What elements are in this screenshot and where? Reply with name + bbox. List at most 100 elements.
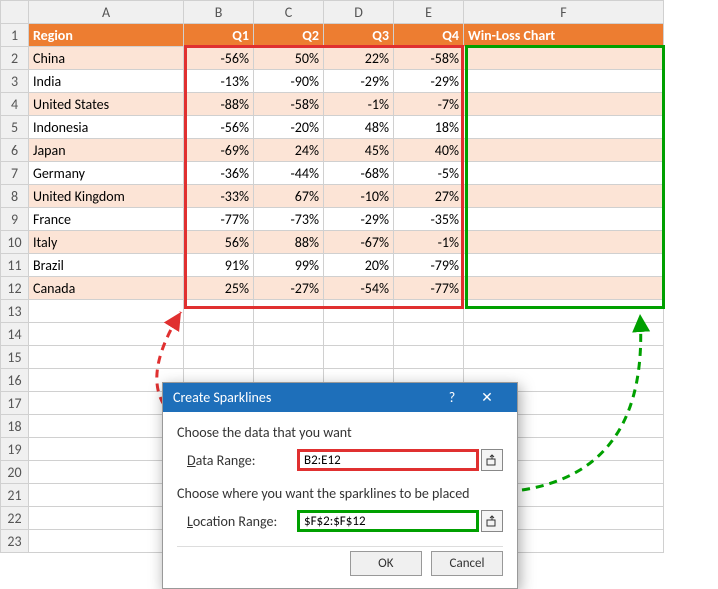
cell-empty[interactable] xyxy=(254,300,324,323)
cell-q4[interactable]: -5% xyxy=(394,162,464,185)
cell-q3[interactable]: -29% xyxy=(324,208,394,231)
row-header-18[interactable]: 18 xyxy=(1,415,29,438)
cell-q3[interactable]: 22% xyxy=(324,47,394,70)
cell-empty[interactable] xyxy=(394,346,464,369)
dialog-titlebar[interactable]: Create Sparklines ? ✕ xyxy=(163,383,517,412)
cell-empty[interactable] xyxy=(324,346,394,369)
row-header-3[interactable]: 3 xyxy=(1,70,29,93)
cell-empty[interactable] xyxy=(29,461,184,484)
cell-q2[interactable]: 50% xyxy=(254,47,324,70)
cell-q3[interactable]: -68% xyxy=(324,162,394,185)
cell-region[interactable]: Japan xyxy=(29,139,184,162)
row-header-21[interactable]: 21 xyxy=(1,484,29,507)
cell-q1[interactable]: -36% xyxy=(184,162,254,185)
row-header-22[interactable]: 22 xyxy=(1,507,29,530)
row-header-11[interactable]: 11 xyxy=(1,254,29,277)
row-header-2[interactable]: 2 xyxy=(1,47,29,70)
cell-q2[interactable]: 67% xyxy=(254,185,324,208)
cell-region[interactable]: United Kingdom xyxy=(29,185,184,208)
row-header-1[interactable]: 1 xyxy=(1,24,29,47)
cell-empty[interactable] xyxy=(254,323,324,346)
cell-region[interactable]: France xyxy=(29,208,184,231)
row-header-17[interactable]: 17 xyxy=(1,392,29,415)
header-winloss[interactable]: Win-Loss Chart xyxy=(464,24,664,47)
cell-empty[interactable] xyxy=(464,346,664,369)
cell-q1[interactable]: -33% xyxy=(184,185,254,208)
cell-q1[interactable]: -88% xyxy=(184,93,254,116)
row-header-5[interactable]: 5 xyxy=(1,116,29,139)
cell-region[interactable]: Italy xyxy=(29,231,184,254)
cell-q2[interactable]: -44% xyxy=(254,162,324,185)
cell-empty[interactable] xyxy=(464,300,664,323)
row-header-15[interactable]: 15 xyxy=(1,346,29,369)
cell-region[interactable]: India xyxy=(29,70,184,93)
cell-winloss[interactable] xyxy=(464,47,664,70)
cell-empty[interactable] xyxy=(394,323,464,346)
col-header-E[interactable]: E xyxy=(394,1,464,24)
cell-q4[interactable]: 27% xyxy=(394,185,464,208)
col-header-B[interactable]: B xyxy=(184,1,254,24)
cell-q3[interactable]: -54% xyxy=(324,277,394,300)
cell-q2[interactable]: -73% xyxy=(254,208,324,231)
cell-q4[interactable]: 18% xyxy=(394,116,464,139)
cell-q4[interactable]: -79% xyxy=(394,254,464,277)
cell-winloss[interactable] xyxy=(464,277,664,300)
row-header-6[interactable]: 6 xyxy=(1,139,29,162)
header-q2[interactable]: Q2 xyxy=(254,24,324,47)
cell-q4[interactable]: -1% xyxy=(394,231,464,254)
col-header-F[interactable]: F xyxy=(464,1,664,24)
cell-empty[interactable] xyxy=(254,346,324,369)
cell-q3[interactable]: -67% xyxy=(324,231,394,254)
cell-q2[interactable]: -20% xyxy=(254,116,324,139)
cell-q4[interactable]: -58% xyxy=(394,47,464,70)
row-header-10[interactable]: 10 xyxy=(1,231,29,254)
row-header-4[interactable]: 4 xyxy=(1,93,29,116)
cell-winloss[interactable] xyxy=(464,162,664,185)
location-range-picker-button[interactable] xyxy=(481,510,503,532)
cell-q1[interactable]: 91% xyxy=(184,254,254,277)
cell-winloss[interactable] xyxy=(464,70,664,93)
col-header-D[interactable]: D xyxy=(324,1,394,24)
ok-button[interactable]: OK xyxy=(350,551,422,576)
cell-region[interactable]: Canada xyxy=(29,277,184,300)
cell-empty[interactable] xyxy=(29,392,184,415)
cell-empty[interactable] xyxy=(394,300,464,323)
data-range-picker-button[interactable] xyxy=(481,449,503,471)
cell-winloss[interactable] xyxy=(464,185,664,208)
cell-empty[interactable] xyxy=(29,415,184,438)
cell-empty[interactable] xyxy=(29,530,184,553)
cell-empty[interactable] xyxy=(464,323,664,346)
cell-empty[interactable] xyxy=(184,323,254,346)
cell-q2[interactable]: -27% xyxy=(254,277,324,300)
cell-q1[interactable]: -56% xyxy=(184,116,254,139)
cell-empty[interactable] xyxy=(29,484,184,507)
cell-empty[interactable] xyxy=(29,323,184,346)
row-header-12[interactable]: 12 xyxy=(1,277,29,300)
row-header-7[interactable]: 7 xyxy=(1,162,29,185)
location-range-input[interactable] xyxy=(297,510,479,532)
row-header-14[interactable]: 14 xyxy=(1,323,29,346)
cell-q3[interactable]: -1% xyxy=(324,93,394,116)
data-range-input[interactable] xyxy=(297,449,479,471)
dialog-close-button[interactable]: ✕ xyxy=(467,389,507,406)
cell-q2[interactable]: 24% xyxy=(254,139,324,162)
cell-region[interactable]: Brazil xyxy=(29,254,184,277)
cell-empty[interactable] xyxy=(29,300,184,323)
row-header-16[interactable]: 16 xyxy=(1,369,29,392)
cell-q1[interactable]: 56% xyxy=(184,231,254,254)
cell-q2[interactable]: -90% xyxy=(254,70,324,93)
cell-q2[interactable]: 88% xyxy=(254,231,324,254)
cell-winloss[interactable] xyxy=(464,231,664,254)
row-header-19[interactable]: 19 xyxy=(1,438,29,461)
cell-empty[interactable] xyxy=(29,369,184,392)
cell-winloss[interactable] xyxy=(464,116,664,139)
cell-q3[interactable]: -10% xyxy=(324,185,394,208)
cell-q4[interactable]: 40% xyxy=(394,139,464,162)
cell-empty[interactable] xyxy=(29,346,184,369)
cell-q2[interactable]: 99% xyxy=(254,254,324,277)
cell-winloss[interactable] xyxy=(464,139,664,162)
cell-q4[interactable]: -35% xyxy=(394,208,464,231)
col-header-A[interactable]: A xyxy=(29,1,184,24)
row-header-9[interactable]: 9 xyxy=(1,208,29,231)
header-q1[interactable]: Q1 xyxy=(184,24,254,47)
